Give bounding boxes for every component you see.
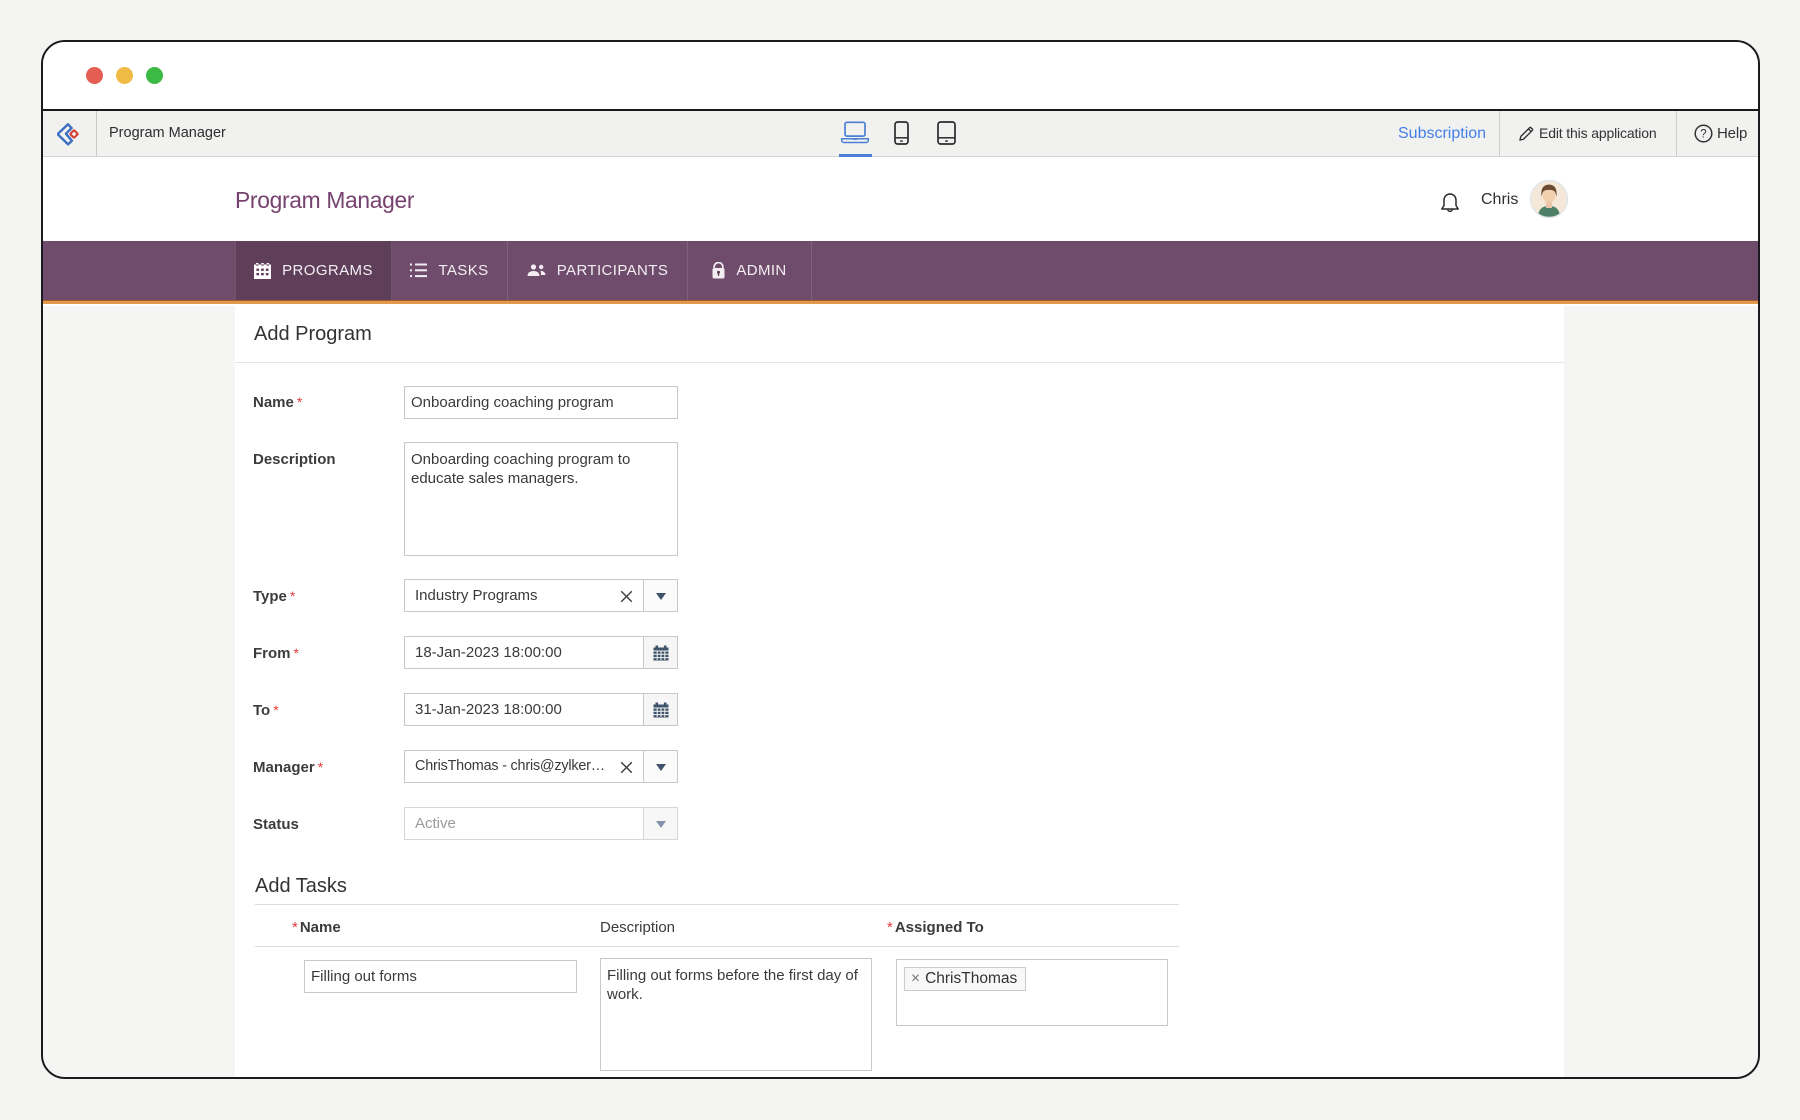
svg-text:?: ? <box>1700 129 1706 141</box>
